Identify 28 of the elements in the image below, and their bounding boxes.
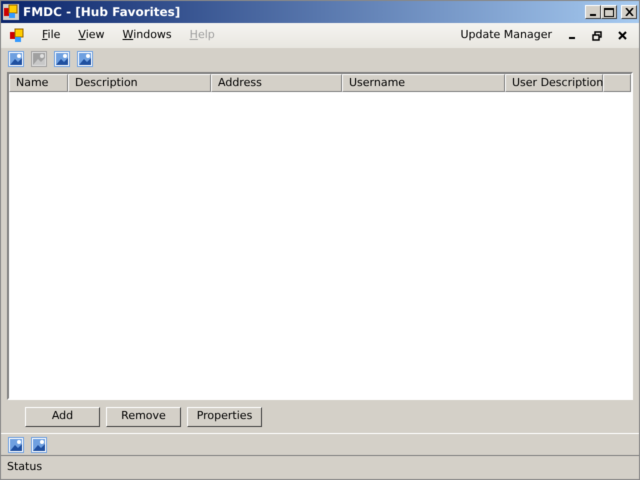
menu-item[interactable]: Windows bbox=[114, 27, 181, 44]
column-header[interactable]: Address bbox=[211, 74, 342, 92]
action-button[interactable]: Add bbox=[25, 406, 100, 426]
image-icon[interactable] bbox=[77, 51, 93, 67]
action-button[interactable]: Properties bbox=[187, 406, 262, 426]
column-header[interactable]: User Description bbox=[505, 74, 603, 92]
image-icon[interactable] bbox=[8, 436, 24, 452]
close-button[interactable] bbox=[621, 5, 637, 19]
menu-item[interactable]: Update Manager bbox=[460, 27, 552, 44]
column-header[interactable]: Name bbox=[9, 74, 68, 92]
close-icon[interactable] bbox=[618, 31, 627, 40]
app-menu-icon[interactable] bbox=[9, 28, 25, 44]
close-icon bbox=[624, 8, 634, 16]
column-header[interactable]: Username bbox=[342, 74, 505, 92]
menu-item[interactable]: View bbox=[69, 27, 114, 44]
column-header[interactable]: Description bbox=[68, 74, 211, 92]
menu-item[interactable]: File bbox=[33, 27, 70, 44]
minimize-button[interactable] bbox=[585, 5, 601, 19]
app-icon bbox=[3, 4, 19, 20]
status-text: Status bbox=[7, 459, 42, 476]
image-icon[interactable] bbox=[54, 51, 70, 67]
action-button[interactable]: Remove bbox=[106, 406, 181, 426]
maximize-button[interactable] bbox=[601, 5, 617, 19]
restore-icon[interactable] bbox=[592, 30, 602, 40]
image-icon[interactable] bbox=[8, 51, 24, 67]
maximize-icon bbox=[604, 8, 614, 16]
image-icon[interactable] bbox=[31, 436, 47, 452]
window-title: FMDC - [Hub Favorites] bbox=[23, 4, 182, 21]
